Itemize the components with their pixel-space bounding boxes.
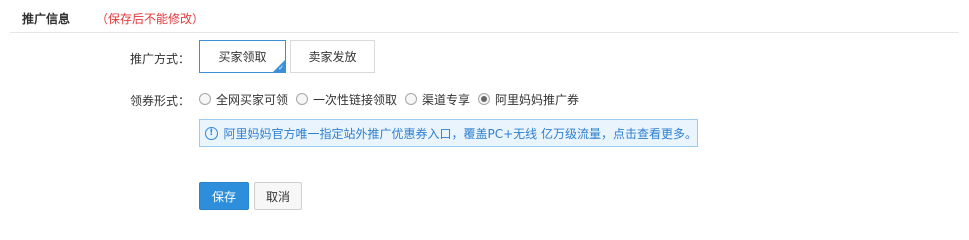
radio-button[interactable]	[405, 93, 418, 105]
info-circle-icon: !	[205, 126, 218, 140]
radio-label: 全网买家可领	[216, 92, 289, 107]
check-icon: ✓	[278, 64, 284, 72]
radio-button[interactable]	[199, 93, 211, 105]
buyer-claim-label: 买家领取	[218, 50, 267, 64]
section-note: （保存后不能修改）	[96, 12, 205, 26]
radio-label: 渠道专享	[422, 92, 471, 107]
promotion-mode-label: 推广方式：	[129, 52, 190, 66]
seller-issue-label: 卖家发放	[308, 50, 357, 64]
coupon-form-radio-group: 全网买家可领 一次性链接领取 渠道专享 阿里妈妈推广券	[199, 91, 587, 107]
radio-alimama-coupon[interactable]: 阿里妈妈推广券	[478, 91, 579, 108]
radio-label: 阿里妈妈推广券	[495, 92, 580, 107]
cancel-button[interactable]: 取消	[254, 182, 302, 210]
info-banner[interactable]: ! 阿里妈妈官方唯一指定站外推广优惠券入口，覆盖PC+无线 亿万级流量，点击查看…	[199, 119, 698, 147]
radio-all-buyers[interactable]: 全网买家可领	[199, 91, 288, 108]
radio-channel-exclusive[interactable]: 渠道专享	[405, 91, 470, 108]
buyer-claim-option[interactable]: 买家领取 ✓	[199, 40, 286, 73]
radio-button-checked[interactable]	[478, 93, 491, 105]
coupon-form-label: 领券形式：	[129, 94, 190, 108]
radio-one-time-link[interactable]: 一次性链接领取	[296, 91, 397, 108]
info-text: 阿里妈妈官方唯一指定站外推广优惠券入口，覆盖PC+无线 亿万级流量，点击查看更多…	[223, 126, 698, 141]
radio-label: 一次性链接领取	[313, 92, 398, 107]
save-button[interactable]: 保存	[199, 182, 249, 210]
seller-issue-option[interactable]: 卖家发放	[290, 40, 375, 73]
radio-button[interactable]	[296, 93, 309, 105]
section-title: 推广信息	[22, 12, 71, 26]
section-header: 推广信息 （保存后不能修改）	[10, 0, 959, 33]
